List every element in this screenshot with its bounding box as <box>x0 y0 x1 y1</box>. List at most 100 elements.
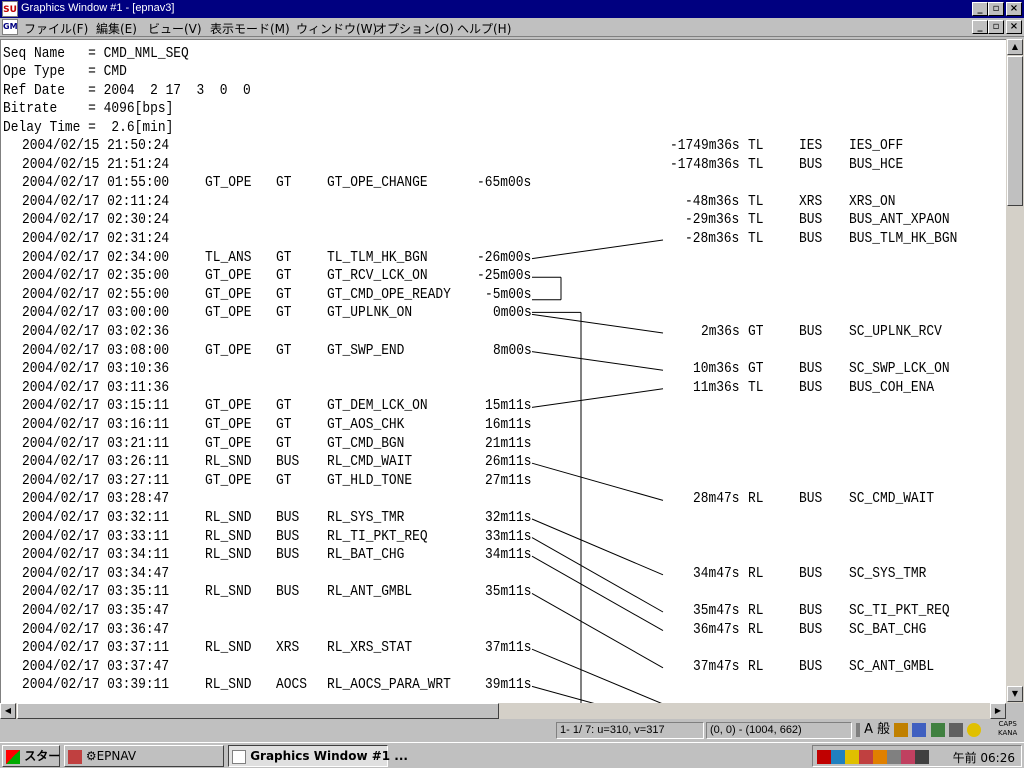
child-minimize-button[interactable]: _ <box>972 20 988 34</box>
event-offset: 27m11s <box>484 471 532 489</box>
ime-keyboard-icon[interactable] <box>948 722 963 737</box>
event-time: 2004/02/17 03:21:11 <box>22 434 170 452</box>
event-kind: RL_SND <box>205 676 252 694</box>
graphics-window-app-icon <box>232 749 246 764</box>
scroll-left-button[interactable]: ◀ <box>0 703 16 719</box>
sc-offset: -29m36s <box>685 211 740 229</box>
sc-kind: TL <box>748 230 764 247</box>
scroll-right-button[interactable]: ▶ <box>990 703 1006 719</box>
sequence-canvas[interactable]: Seq Name = CMD_NML_SEQ Ope Type = CMD Ref … <box>0 39 1006 703</box>
sc-name: SC_ANT_GMBL <box>849 657 935 675</box>
menu-file[interactable]: ファイル(F) <box>24 20 88 37</box>
menu-window[interactable]: ウィンドウ(W) <box>296 20 377 37</box>
scroll-up-button[interactable]: ▲ <box>1007 39 1023 55</box>
link-line <box>531 537 664 613</box>
status-range: (0, 0) - (1004, 662) <box>706 722 852 739</box>
event-kind: TL_ANS <box>205 248 252 266</box>
horizontal-scrollbar[interactable]: ◀ ▶ <box>0 703 1006 719</box>
menu-help[interactable]: ヘルプ(H) <box>457 20 511 37</box>
event-time: 2004/02/17 01:55:00 <box>22 174 170 192</box>
event-time: 2004/02/17 03:16:11 <box>22 416 170 433</box>
sc-kind: GT <box>748 360 764 378</box>
event-kind: RL_SND <box>205 527 252 545</box>
ime-pad-icon[interactable] <box>894 722 909 737</box>
event-time: 2004/02/17 03:35:47 <box>22 602 170 619</box>
app-icon[interactable]: SU <box>2 1 18 17</box>
maximize-button[interactable]: ▫ <box>988 2 1004 16</box>
sc-kind: TL <box>748 137 764 154</box>
event-subsystem: GT <box>276 397 292 415</box>
event-kind: GT_OPE <box>205 471 252 489</box>
link-line <box>531 685 595 703</box>
sc-name: SC_CMD_WAIT <box>849 490 935 508</box>
link-line <box>531 648 662 703</box>
event-time: 2004/02/17 02:31:24 <box>22 230 170 247</box>
event-time: 2004/02/17 03:27:11 <box>22 471 170 489</box>
scroll-down-button[interactable]: ▼ <box>1007 686 1023 702</box>
event-offset: 15m11s <box>484 397 532 415</box>
tray-network-icon[interactable] <box>915 749 929 764</box>
event-offset: -5m00s <box>484 285 532 303</box>
taskbar-item-epnav[interactable]: ⚙EPNAV <box>64 745 224 767</box>
menu-view[interactable]: ビュー(V) <box>148 20 202 37</box>
event-time: 2004/02/17 02:11:24 <box>22 192 170 210</box>
event-subsystem: XRS <box>276 639 300 657</box>
event-time: 2004/02/17 03:15:11 <box>22 397 170 415</box>
event-offset: 37m11s <box>484 639 532 657</box>
sc-kind: TL <box>748 192 764 210</box>
tray-volume-icon[interactable] <box>901 749 915 764</box>
event-time: 2004/02/17 03:26:11 <box>22 453 170 471</box>
tray-pen-icon[interactable] <box>817 749 831 764</box>
ime-toolbar[interactable]: A 般 <box>856 721 981 739</box>
taskbar: スタート ⚙EPNAV Graphics Window #1 ... 午前 06… <box>0 742 1024 768</box>
event-name: GT_CMD_OPE_READY <box>327 285 451 303</box>
tray-sun-icon[interactable] <box>873 749 887 764</box>
event-time: 2004/02/17 03:11:36 <box>22 378 170 396</box>
sc-name: SC_BAT_CHG <box>849 620 927 638</box>
sc-offset: -48m36s <box>685 192 740 210</box>
tray-tool-icon[interactable] <box>887 749 901 764</box>
tray-app-icon[interactable] <box>845 749 859 764</box>
minimize-button[interactable]: _ <box>972 2 988 16</box>
sc-subsystem: BUS <box>799 620 823 638</box>
tray-monitor-icon[interactable] <box>831 749 845 764</box>
taskbar-item-graphics-window[interactable]: Graphics Window #1 ... <box>228 745 408 767</box>
event-name: GT_DEM_LCK_ON <box>327 397 428 415</box>
ime-help-icon[interactable] <box>966 722 981 737</box>
ime-dict-icon[interactable] <box>912 722 927 737</box>
link-line <box>531 518 664 576</box>
child-close-button[interactable]: × <box>1006 20 1022 34</box>
event-subsystem: BUS <box>276 546 300 564</box>
event-kind: RL_SND <box>205 546 252 564</box>
vertical-scrollbar[interactable]: ▲ ▼ <box>1006 39 1024 703</box>
sc-subsystem: BUS <box>799 564 823 582</box>
horizontal-scroll-thumb[interactable] <box>17 703 499 719</box>
mdi-child-icon[interactable]: GM <box>2 19 18 35</box>
link-line <box>531 313 664 334</box>
title-bar[interactable]: SU Graphics Window #1 - [epnav3] _ ▫ × <box>0 0 1024 18</box>
event-kind: GT_OPE <box>205 285 252 303</box>
menu-display-mode[interactable]: 表示モード(M) <box>210 20 290 37</box>
sc-name: BUS_TLM_HK_BGN <box>849 230 958 247</box>
event-subsystem: GT <box>276 416 292 433</box>
close-button[interactable]: × <box>1006 2 1022 16</box>
menu-edit[interactable]: 編集(E) <box>96 20 137 37</box>
sc-subsystem: BUS <box>799 323 823 340</box>
event-offset: 33m11s <box>484 527 532 545</box>
sc-subsystem: BUS <box>799 490 823 508</box>
child-restore-button[interactable]: ▫ <box>988 20 1004 34</box>
event-kind: GT_OPE <box>205 341 252 359</box>
event-name: RL_BAT_CHG <box>327 546 405 564</box>
event-offset: 21m11s <box>484 434 532 452</box>
start-button[interactable]: スタート <box>2 745 72 767</box>
header-line: Ope Type = CMD <box>3 63 127 81</box>
sc-kind: RL <box>748 657 764 675</box>
tray-stop-icon[interactable] <box>859 749 873 764</box>
event-time: 2004/02/17 03:08:00 <box>22 341 170 359</box>
event-name: GT_UPLNK_ON <box>327 304 413 322</box>
vertical-scroll-thumb[interactable] <box>1007 56 1023 206</box>
ime-mode[interactable]: A 般 <box>864 722 890 737</box>
event-time: 2004/02/17 03:02:36 <box>22 323 170 340</box>
menu-options[interactable]: オプション(O) <box>375 20 454 37</box>
ime-tool-icon[interactable] <box>930 722 945 737</box>
